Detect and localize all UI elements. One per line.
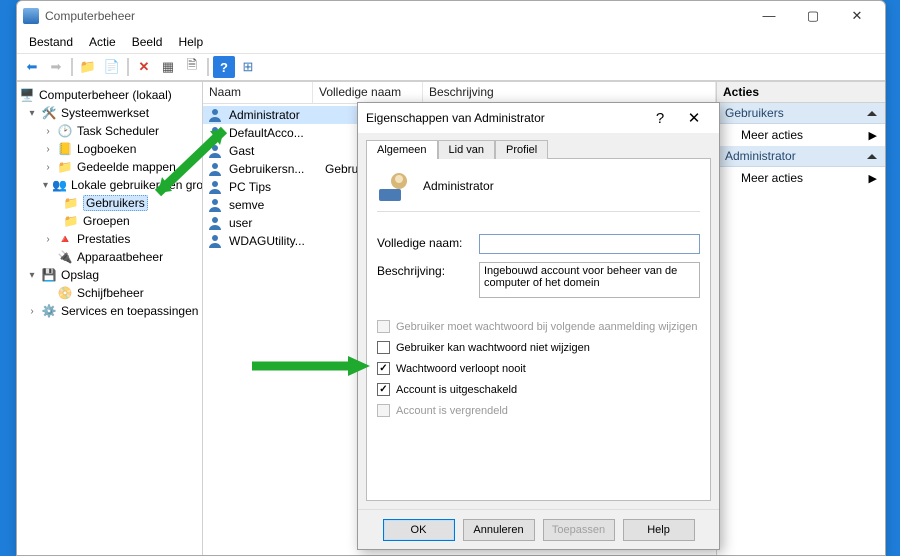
checkbox-icon[interactable] xyxy=(377,341,390,354)
checkbox-icon xyxy=(377,404,390,417)
tree-gedeelde-mappen[interactable]: ›📁Gedeelde mappen xyxy=(19,158,200,176)
properties-button[interactable]: 📄 xyxy=(101,56,123,78)
dialog-titlebar[interactable]: Eigenschappen van Administrator ? ✕ xyxy=(358,103,719,133)
back-button[interactable]: ⬅ xyxy=(21,56,43,78)
actions-more-1[interactable]: Meer acties▶ xyxy=(717,124,885,146)
forward-button[interactable]: ➡ xyxy=(45,56,67,78)
dialog-tabs: Algemeen Lid van Profiel xyxy=(358,133,719,158)
up-button[interactable]: 📁 xyxy=(77,56,99,78)
actions-more-2[interactable]: Meer acties▶ xyxy=(717,167,885,189)
help-button[interactable]: Help xyxy=(623,519,695,541)
tree-schijfbeheer[interactable]: 📀Schijfbeheer xyxy=(19,284,200,302)
menu-help[interactable]: Help xyxy=(172,33,209,51)
dialog-title: Eigenschappen van Administrator xyxy=(366,111,545,125)
apply-button: Toepassen xyxy=(543,519,615,541)
tree-services[interactable]: ›⚙️Services en toepassingen xyxy=(19,302,200,320)
dialog-buttons: OK Annuleren Toepassen Help xyxy=(358,509,719,549)
checkbox-cannot-change[interactable]: Gebruiker kan wachtwoord niet wijzigen xyxy=(377,341,700,354)
tree-systeemwerkset[interactable]: ▾🛠️Systeemwerkset xyxy=(19,104,200,122)
export-button[interactable]: 🗎 xyxy=(181,56,203,78)
close-button[interactable]: ✕ xyxy=(835,2,879,30)
tree-lokale-gebruikers[interactable]: ▾👥Lokale gebruikers en groepen xyxy=(19,176,200,194)
checkbox-must-change: Gebruiker moet wachtwoord bij volgende a… xyxy=(377,320,700,333)
collapse-icon xyxy=(867,154,877,159)
separator xyxy=(71,58,73,76)
checkbox-icon xyxy=(377,320,390,333)
checkbox-locked: Account is vergrendeld xyxy=(377,404,700,417)
input-beschrijving[interactable] xyxy=(479,262,700,298)
menu-actie[interactable]: Actie xyxy=(83,33,122,51)
list-header: Naam Volledige naam Beschrijving xyxy=(203,82,716,104)
tree-groepen[interactable]: 📁Groepen xyxy=(19,212,200,230)
tab-lid-van[interactable]: Lid van xyxy=(438,140,495,159)
tab-panel: Administrator Volledige naam: Beschrijvi… xyxy=(366,158,711,501)
tree-task-scheduler[interactable]: ›🕑Task Scheduler xyxy=(19,122,200,140)
checkbox-disabled[interactable]: ✓Account is uitgeschakeld xyxy=(377,383,700,396)
tree-root[interactable]: 🖥️Computerbeheer (lokaal) xyxy=(19,86,200,104)
refresh-button[interactable]: ▦ xyxy=(157,56,179,78)
label-beschrijving: Beschrijving: xyxy=(377,262,469,278)
checkbox-icon[interactable]: ✓ xyxy=(377,362,390,375)
window-title: Computerbeheer xyxy=(45,9,135,23)
menu-beeld[interactable]: Beeld xyxy=(126,33,169,51)
actions-header: Acties xyxy=(717,82,885,103)
menubar: Bestand Actie Beeld Help xyxy=(17,31,885,53)
actions-section-admin[interactable]: Administrator xyxy=(717,146,885,167)
view-button[interactable]: ⊞ xyxy=(237,56,259,78)
tree-prestaties[interactable]: ›🔺Prestaties xyxy=(19,230,200,248)
maximize-button[interactable]: ▢ xyxy=(791,2,835,30)
checkbox-never-expires[interactable]: ✓Wachtwoord verloopt nooit xyxy=(377,362,700,375)
chevron-right-icon: ▶ xyxy=(869,129,877,142)
titlebar[interactable]: Computerbeheer — ▢ ✕ xyxy=(17,1,885,31)
separator xyxy=(127,58,129,76)
menu-bestand[interactable]: Bestand xyxy=(23,33,79,51)
collapse-icon xyxy=(867,111,877,116)
tree-opslag[interactable]: ▾💾Opslag xyxy=(19,266,200,284)
input-volledige-naam[interactable] xyxy=(479,234,700,254)
col-beschrijving[interactable]: Beschrijving xyxy=(423,82,716,103)
tree-view[interactable]: 🖥️Computerbeheer (lokaal) ▾🛠️Systeemwerk… xyxy=(17,82,203,555)
dialog-username: Administrator xyxy=(423,179,494,193)
chevron-right-icon: ▶ xyxy=(869,172,877,185)
cancel-button[interactable]: Annuleren xyxy=(463,519,535,541)
app-icon xyxy=(23,8,39,24)
help-button[interactable]: ? xyxy=(213,56,235,78)
ok-button[interactable]: OK xyxy=(383,519,455,541)
tab-profiel[interactable]: Profiel xyxy=(495,140,548,159)
tree-logboeken[interactable]: ›📒Logboeken xyxy=(19,140,200,158)
label-volledige-naam: Volledige naam: xyxy=(377,234,469,250)
separator xyxy=(207,58,209,76)
minimize-button[interactable]: — xyxy=(747,2,791,30)
col-naam[interactable]: Naam xyxy=(203,82,313,103)
checkbox-icon[interactable]: ✓ xyxy=(377,383,390,396)
dialog-help-button[interactable]: ? xyxy=(643,110,677,127)
tab-algemeen[interactable]: Algemeen xyxy=(366,140,438,159)
tree-apparaatbeheer[interactable]: 🔌Apparaatbeheer xyxy=(19,248,200,266)
actions-pane: Acties Gebruikers Meer acties▶ Administr… xyxy=(717,82,885,555)
properties-dialog: Eigenschappen van Administrator ? ✕ Alge… xyxy=(357,102,720,550)
dialog-close-button[interactable]: ✕ xyxy=(677,109,711,127)
col-volledige[interactable]: Volledige naam xyxy=(313,82,423,103)
tree-gebruikers[interactable]: 📁Gebruikers xyxy=(19,194,200,212)
actions-section-gebruikers[interactable]: Gebruikers xyxy=(717,103,885,124)
toolbar: ⬅ ➡ 📁 📄 ✕ ▦ 🗎 ? ⊞ xyxy=(17,53,885,81)
user-icon xyxy=(377,169,411,203)
delete-button[interactable]: ✕ xyxy=(133,56,155,78)
